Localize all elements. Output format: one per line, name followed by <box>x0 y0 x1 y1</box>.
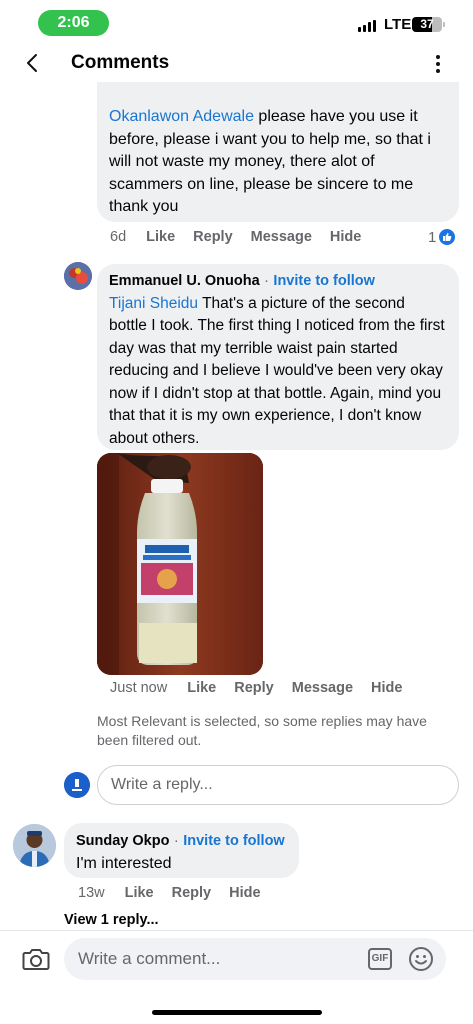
comment-text: I'm interested <box>76 854 172 872</box>
avatar-image <box>64 772 90 798</box>
like-button[interactable]: Like <box>187 680 216 696</box>
separator: · <box>264 273 269 289</box>
reply-input[interactable]: Write a reply... <box>97 765 459 805</box>
bottle-photo-image <box>97 453 263 675</box>
top-nav: Comments <box>0 46 473 82</box>
comment-text: That's a picture of the second bottle I … <box>109 294 445 447</box>
comment-input[interactable]: Write a comment... GIF <box>64 938 446 980</box>
view-replies-link[interactable]: View 1 reply... <box>64 912 159 928</box>
status-time: 2:06 <box>38 10 109 36</box>
battery-level: 37 <box>420 17 434 31</box>
like-button[interactable]: Like <box>146 229 175 245</box>
signal-icon <box>358 20 376 32</box>
filter-note: Most Relevant is selected, so some repli… <box>97 713 427 748</box>
hide-button[interactable]: Hide <box>330 229 361 245</box>
reply-button[interactable]: Reply <box>172 885 212 901</box>
battery-icon: 37 <box>412 17 442 32</box>
comment-author[interactable]: Emmanuel U. Onuoha <box>109 273 260 289</box>
mention-link[interactable]: Okanlawon Adewale <box>109 108 254 125</box>
comment-actions: Just now Like Reply Message Hide <box>110 680 420 696</box>
gif-icon[interactable]: GIF <box>368 948 392 970</box>
page-title: Comments <box>71 52 170 73</box>
comment-author[interactable]: Sunday Okpo <box>76 833 169 849</box>
avatar[interactable] <box>13 824 56 867</box>
thumbs-up-icon <box>438 228 457 246</box>
comment-time: 13w <box>78 885 105 901</box>
hide-button[interactable]: Hide <box>229 885 260 901</box>
like-button[interactable]: Like <box>125 885 154 901</box>
comment-time: 6d <box>110 229 127 245</box>
comment-input-placeholder: Write a comment... <box>78 949 221 968</box>
back-arrow-icon[interactable] <box>22 52 44 74</box>
more-options-icon[interactable] <box>428 52 448 76</box>
comment-photo[interactable] <box>97 453 263 675</box>
avatar-image <box>13 824 56 867</box>
emoji-icon[interactable] <box>408 946 434 972</box>
comment-bubble: Emmanuel U. Onuoha · Invite to follow Ti… <box>97 264 459 450</box>
message-button[interactable]: Message <box>292 680 353 696</box>
separator: · <box>173 833 179 849</box>
message-button[interactable]: Message <box>251 229 312 245</box>
status-bar: 2:06 LTE 37 <box>0 0 473 46</box>
home-indicator <box>152 1010 322 1015</box>
reaction-summary[interactable]: 1 <box>428 228 457 246</box>
comment-actions: 6d Like Reply Message Hide <box>110 229 379 245</box>
comment-bubble: Sunday Okpo · Invite to follow I'm inter… <box>64 823 299 878</box>
invite-to-follow-link[interactable]: Invite to follow <box>273 273 375 289</box>
mention-link[interactable]: Tijani Sheidu <box>109 295 198 312</box>
network-type: LTE <box>384 16 412 33</box>
camera-icon[interactable] <box>22 946 50 972</box>
current-user-avatar <box>64 772 90 798</box>
avatar-image <box>64 262 92 290</box>
comment-bubble: Okanlawon Adewale please have you use it… <box>97 82 459 222</box>
reply-button[interactable]: Reply <box>234 680 274 696</box>
reply-button[interactable]: Reply <box>193 229 233 245</box>
reaction-count: 1 <box>428 228 437 246</box>
comment-actions: 13w Like Reply Hide <box>78 885 279 901</box>
battery-tip <box>443 22 445 27</box>
avatar[interactable] <box>64 262 92 290</box>
invite-to-follow-link[interactable]: Invite to follow <box>183 833 285 849</box>
hide-button[interactable]: Hide <box>371 680 402 696</box>
comment-time: Just now <box>110 680 168 696</box>
